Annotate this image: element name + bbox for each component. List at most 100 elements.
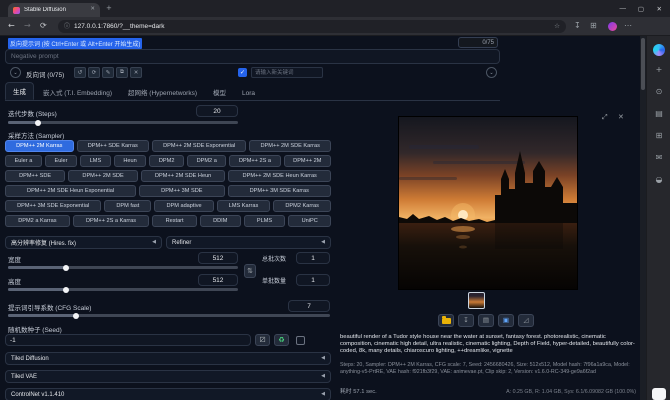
tab-lora[interactable]: Lora <box>235 87 262 100</box>
edit-icon[interactable]: ✎ <box>102 67 114 78</box>
close-image-icon[interactable]: ✕ <box>618 114 624 121</box>
browser-tab[interactable]: Stable Diffusion ✕ <box>8 3 100 17</box>
sampler-option[interactable]: LMS <box>80 155 111 167</box>
sampler-option[interactable]: DPM++ 3M SDE Karras <box>228 185 331 197</box>
generated-image[interactable] <box>398 116 578 290</box>
sampler-option[interactable]: DPM++ 2M SDE Heun Karras <box>228 170 331 182</box>
sampler-option[interactable]: DPM++ 3M SDE Exponential <box>5 200 101 212</box>
tab-checkpoints[interactable]: 模型 <box>206 84 233 100</box>
sampler-option[interactable]: DPM2 a <box>187 155 226 167</box>
sampler-option[interactable]: DPM2 a Karras <box>5 215 70 227</box>
profile-avatar[interactable] <box>608 22 617 31</box>
batch-count-input[interactable] <box>296 252 330 264</box>
save-image-button[interactable]: ↧ <box>458 314 474 327</box>
open-folder-button[interactable] <box>438 314 454 327</box>
sidebar-m365-icon[interactable]: ⊞ <box>647 132 670 140</box>
sampler-option[interactable]: DPM++ 2M Karras <box>5 140 74 152</box>
send-to-extras-button[interactable]: ◿ <box>518 314 534 327</box>
cfg-input[interactable] <box>288 300 330 312</box>
sampler-option[interactable]: DPM adaptive <box>154 200 213 212</box>
height-slider[interactable] <box>8 288 238 291</box>
sampler-option[interactable]: DPM2 Karras <box>273 200 331 212</box>
cfg-slider[interactable] <box>8 314 330 317</box>
sampler-option[interactable]: DPM++ 3M SDE <box>139 185 224 197</box>
sampler-option[interactable]: DPM++ 2S a <box>229 155 280 167</box>
steps-slider[interactable] <box>8 121 238 124</box>
sampler-option[interactable]: DPM++ 2M SDE Karras <box>249 140 331 152</box>
page-scrollbar-thumb[interactable] <box>641 38 645 90</box>
address-bar[interactable]: ⓘ 127.0.0.1:7860/?__theme=dark ☆ <box>58 20 566 33</box>
tab-hypernetworks[interactable]: 超网络 (Hypernetworks) <box>121 84 204 100</box>
height-input[interactable] <box>198 274 238 286</box>
sampler-option[interactable]: DPM++ 2M SDE <box>68 170 138 182</box>
refresh-icon[interactable]: ⟳ <box>88 67 100 78</box>
tab-embedding[interactable]: 嵌入式 (T.I. Embedding) <box>36 84 119 100</box>
panel-collapse-icon[interactable]: ⌄ <box>486 67 497 78</box>
extensions-icon[interactable]: ⊞ <box>590 22 597 30</box>
forward-icon[interactable]: → <box>24 22 31 30</box>
sampler-option[interactable]: LMS Karras <box>217 200 271 212</box>
tab-generate[interactable]: 生成 <box>5 82 34 100</box>
reload-icon[interactable]: ⟳ <box>40 22 47 30</box>
sidebar-add-icon[interactable]: + <box>647 66 670 74</box>
sampler-option[interactable]: DPM++ SDE <box>5 170 65 182</box>
sidebar-mail-icon[interactable]: ✉ <box>647 154 670 162</box>
sidebar-search-icon[interactable]: ⊙ <box>647 88 670 96</box>
reuse-seed-button[interactable]: ♻ <box>274 334 289 346</box>
width-input[interactable] <box>198 252 238 264</box>
sampler-option[interactable]: Euler a <box>5 155 42 167</box>
batch-size-input[interactable] <box>296 274 330 286</box>
page-scrollbar[interactable] <box>640 36 646 400</box>
controlnet-accordion[interactable]: ControlNet v1.1.410◀ <box>5 388 331 400</box>
sampler-option[interactable]: Euler <box>45 155 77 167</box>
tiled-diffusion-accordion[interactable]: Tiled Diffusion◀ <box>5 352 331 365</box>
refiner-accordion[interactable]: Refiner◀ <box>166 236 331 249</box>
steps-input[interactable] <box>196 105 238 117</box>
sampler-option[interactable]: Heun <box>114 155 147 167</box>
browser-menu-icon[interactable]: ⋯ <box>624 22 632 30</box>
sampler-option[interactable]: Restart <box>152 215 197 227</box>
sidebar-shopping-icon[interactable]: ▤ <box>647 110 670 118</box>
back-icon[interactable]: ← <box>8 22 15 30</box>
window-maximize-icon[interactable]: ▢ <box>638 5 644 13</box>
sidebar-drop-icon[interactable]: ◒ <box>647 176 670 184</box>
window-minimize-icon[interactable]: — <box>620 5 627 12</box>
sampler-option[interactable]: DPM fast <box>104 200 151 212</box>
copy-icon[interactable]: ⧉ <box>116 67 128 78</box>
keyword-checkbox[interactable]: ✓ <box>238 68 247 77</box>
seed-input[interactable] <box>5 334 251 346</box>
clear-icon[interactable]: ✕ <box>130 67 142 78</box>
undo-icon[interactable]: ↺ <box>74 67 86 78</box>
keyword-collapse-icon[interactable]: ⌄ <box>10 67 21 78</box>
sampler-option[interactable]: DDIM <box>200 215 241 227</box>
sampler-option[interactable]: DPM++ 2S a Karras <box>73 215 150 227</box>
sampler-option[interactable]: DPM++ 2M SDE Heun <box>141 170 226 182</box>
downloads-icon[interactable]: ↧ <box>574 22 581 30</box>
url-text[interactable]: 127.0.0.1:7860/?__theme=dark <box>74 23 550 30</box>
random-seed-button[interactable]: ⚂ <box>255 334 270 346</box>
site-info-icon[interactable]: ⓘ <box>64 24 70 30</box>
negative-prompt-input[interactable] <box>5 49 500 64</box>
new-tab-icon[interactable]: + <box>106 5 112 12</box>
sampler-option[interactable]: DPM++ 2M SDE Exponential <box>152 140 246 152</box>
send-to-img2img-button[interactable]: ▣ <box>498 314 514 327</box>
sampler-option[interactable]: DPM++ SDE Karras <box>77 140 149 152</box>
save-zip-button[interactable]: ▤ <box>478 314 494 327</box>
sidebar-app-icon[interactable] <box>652 388 666 400</box>
keyword-input[interactable] <box>251 67 323 78</box>
sampler-option[interactable]: PLMS <box>244 215 286 227</box>
sampler-option[interactable]: UniPC <box>288 215 331 227</box>
sampler-option[interactable]: DPM++ 2M <box>284 155 331 167</box>
gallery-thumbnail[interactable] <box>468 292 485 309</box>
window-close-icon[interactable]: ✕ <box>657 5 662 13</box>
seed-extra-checkbox[interactable] <box>296 336 305 345</box>
swap-dimensions-button[interactable]: ⇅ <box>244 264 256 278</box>
tiled-vae-accordion[interactable]: Tiled VAE◀ <box>5 370 331 383</box>
sampler-option[interactable]: DPM2 <box>149 155 184 167</box>
favorite-star-icon[interactable]: ☆ <box>554 23 560 30</box>
fullscreen-icon[interactable]: ⤢ <box>602 114 608 121</box>
sampler-option[interactable]: DPM++ 2M SDE Heun Exponential <box>5 185 136 197</box>
tab-close-icon[interactable]: ✕ <box>90 7 95 13</box>
copilot-icon[interactable] <box>653 44 665 56</box>
hires-fix-accordion[interactable]: 高分辨率修复 (Hires. fix)◀ <box>5 236 162 249</box>
